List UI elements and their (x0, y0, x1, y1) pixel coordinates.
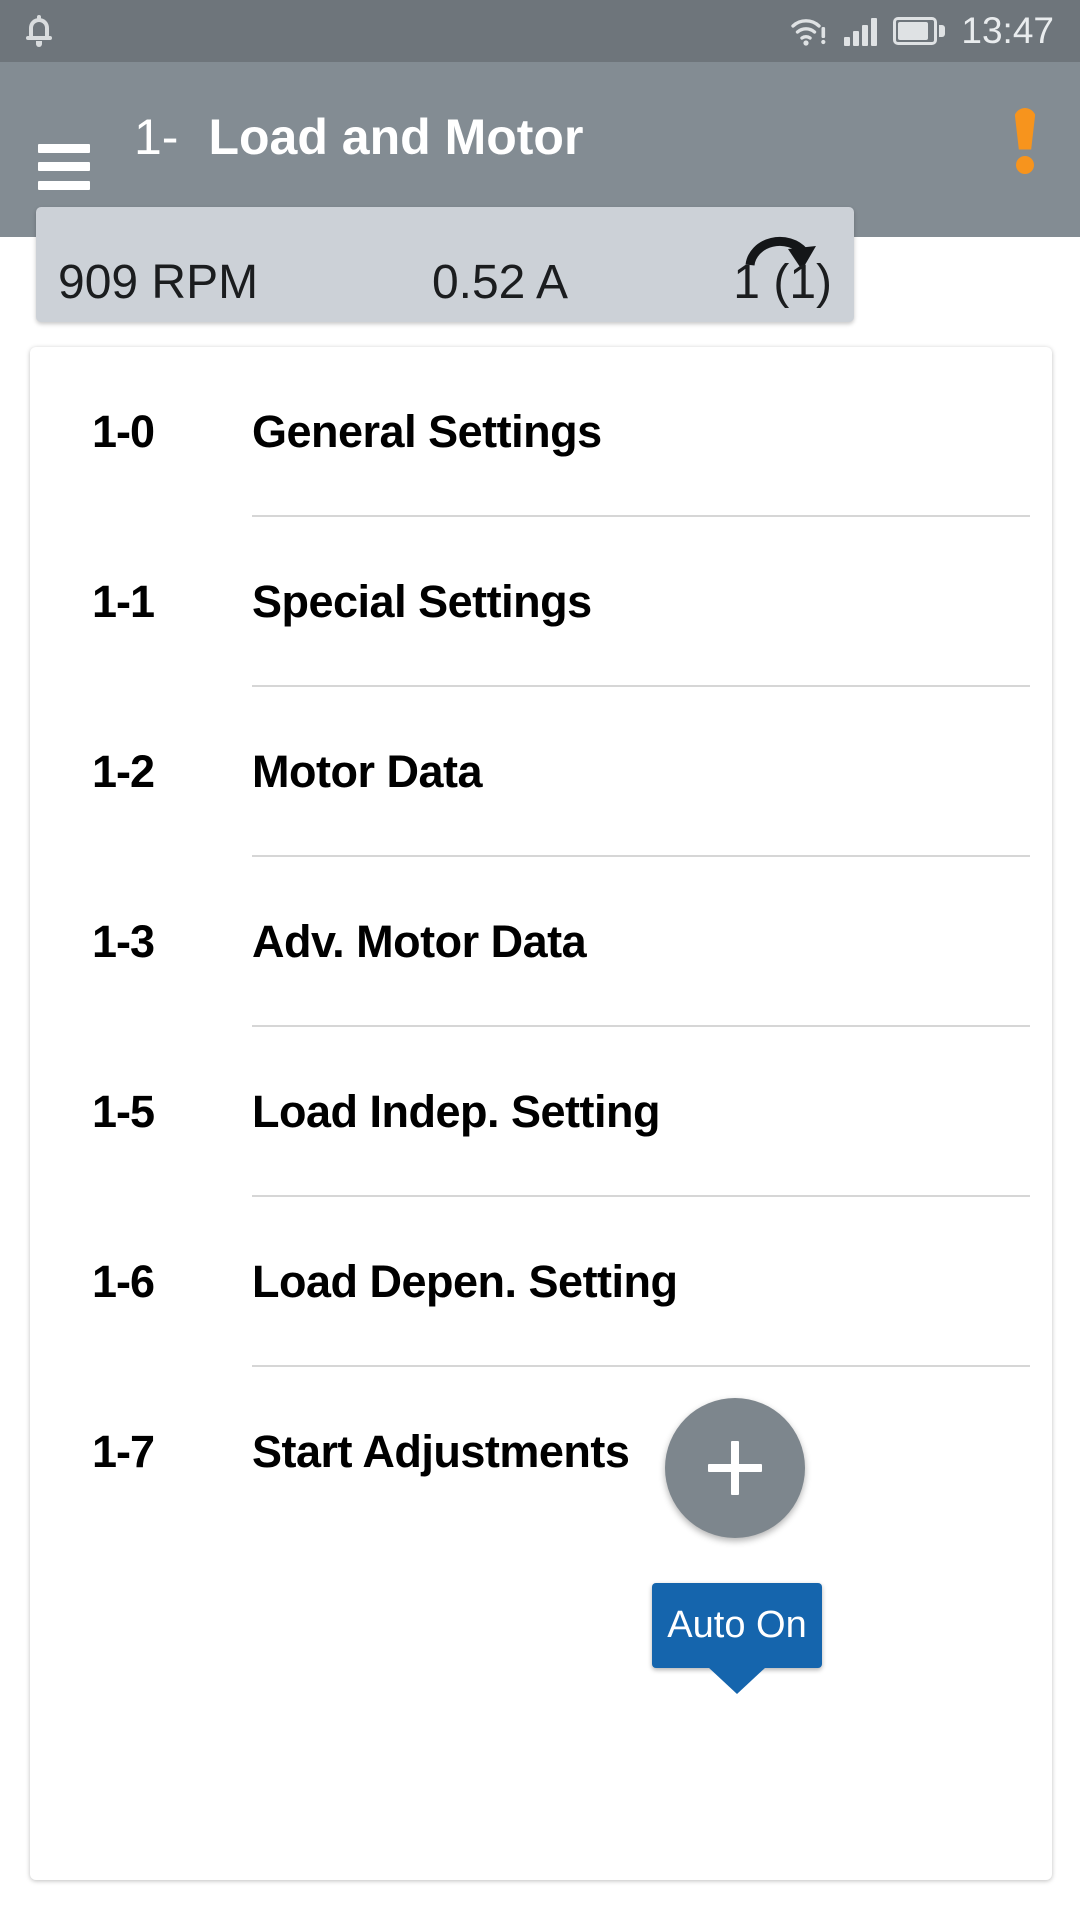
list-item-label: Start Adjustments (252, 1426, 630, 1477)
list-item-code: 1-1 (92, 576, 155, 627)
readout-counter: 1 (1) (733, 256, 832, 309)
list-item[interactable]: 1-7 Start Adjustments (30, 1367, 1052, 1537)
list-item-label: Special Settings (252, 576, 592, 627)
status-readout-bar[interactable]: 909 RPM 0.52 A 1 (1) (36, 207, 854, 322)
list-item-code: 1-3 (92, 916, 155, 967)
list-item-label: Load Indep. Setting (252, 1086, 660, 1137)
hamburger-menu-icon[interactable] (38, 143, 90, 190)
settings-list: 1-0 General Settings 1-1 Special Settings 1-… (30, 347, 1052, 1880)
app-screen: 13:47 1- Load and Motor 909 RPM 0.52 A 1… (0, 0, 1080, 1920)
add-button[interactable] (665, 1398, 805, 1538)
cellular-signal-icon (844, 16, 878, 46)
auto-on-tooltip-label: Auto On (667, 1604, 807, 1646)
readout-current: 0.52 A (431, 256, 569, 309)
page-title-text: Load and Motor (208, 108, 584, 165)
list-item[interactable]: 1-0 General Settings (30, 347, 1052, 517)
exclamation-warning-icon[interactable] (1008, 107, 1042, 174)
list-item-label: Load Depen. Setting (252, 1256, 678, 1307)
readout-values-row: 909 RPM 0.52 A 1 (1) (36, 255, 854, 310)
status-bar-right: 13:47 (790, 10, 1054, 52)
status-bar: 13:47 (0, 0, 1080, 62)
list-item-code: 1-0 (92, 406, 155, 457)
settings-card: 1-0 General Settings 1-1 Special Settings 1-… (30, 347, 1052, 1880)
readout-speed: 909 RPM (58, 256, 259, 309)
list-item[interactable]: 1-6 Load Depen. Setting (30, 1197, 1052, 1367)
list-item[interactable]: 1-1 Special Settings (30, 517, 1052, 687)
plus-icon (708, 1441, 762, 1495)
list-item[interactable]: 1-5 Load Indep. Setting (30, 1027, 1052, 1197)
list-item[interactable]: 1-3 Adv. Motor Data (30, 857, 1052, 1027)
status-bar-left (26, 15, 790, 47)
list-item-label: General Settings (252, 406, 602, 457)
page-title: 1- Load and Motor (134, 108, 583, 166)
list-item-code: 1-7 (92, 1426, 155, 1477)
status-bar-clock: 13:47 (961, 10, 1054, 51)
auto-on-tooltip[interactable]: Auto On (652, 1583, 822, 1668)
list-item-code: 1-6 (92, 1256, 155, 1307)
wifi-alert-icon (790, 15, 828, 47)
list-item-code: 1-5 (92, 1086, 155, 1137)
battery-icon (893, 17, 946, 45)
list-item-label: Motor Data (252, 746, 483, 797)
bell-icon (26, 15, 52, 47)
page-title-number: 1- (134, 108, 179, 165)
list-item[interactable]: 1-2 Motor Data (30, 687, 1052, 857)
list-item-label: Adv. Motor Data (252, 916, 587, 967)
list-item-code: 1-2 (92, 746, 155, 797)
